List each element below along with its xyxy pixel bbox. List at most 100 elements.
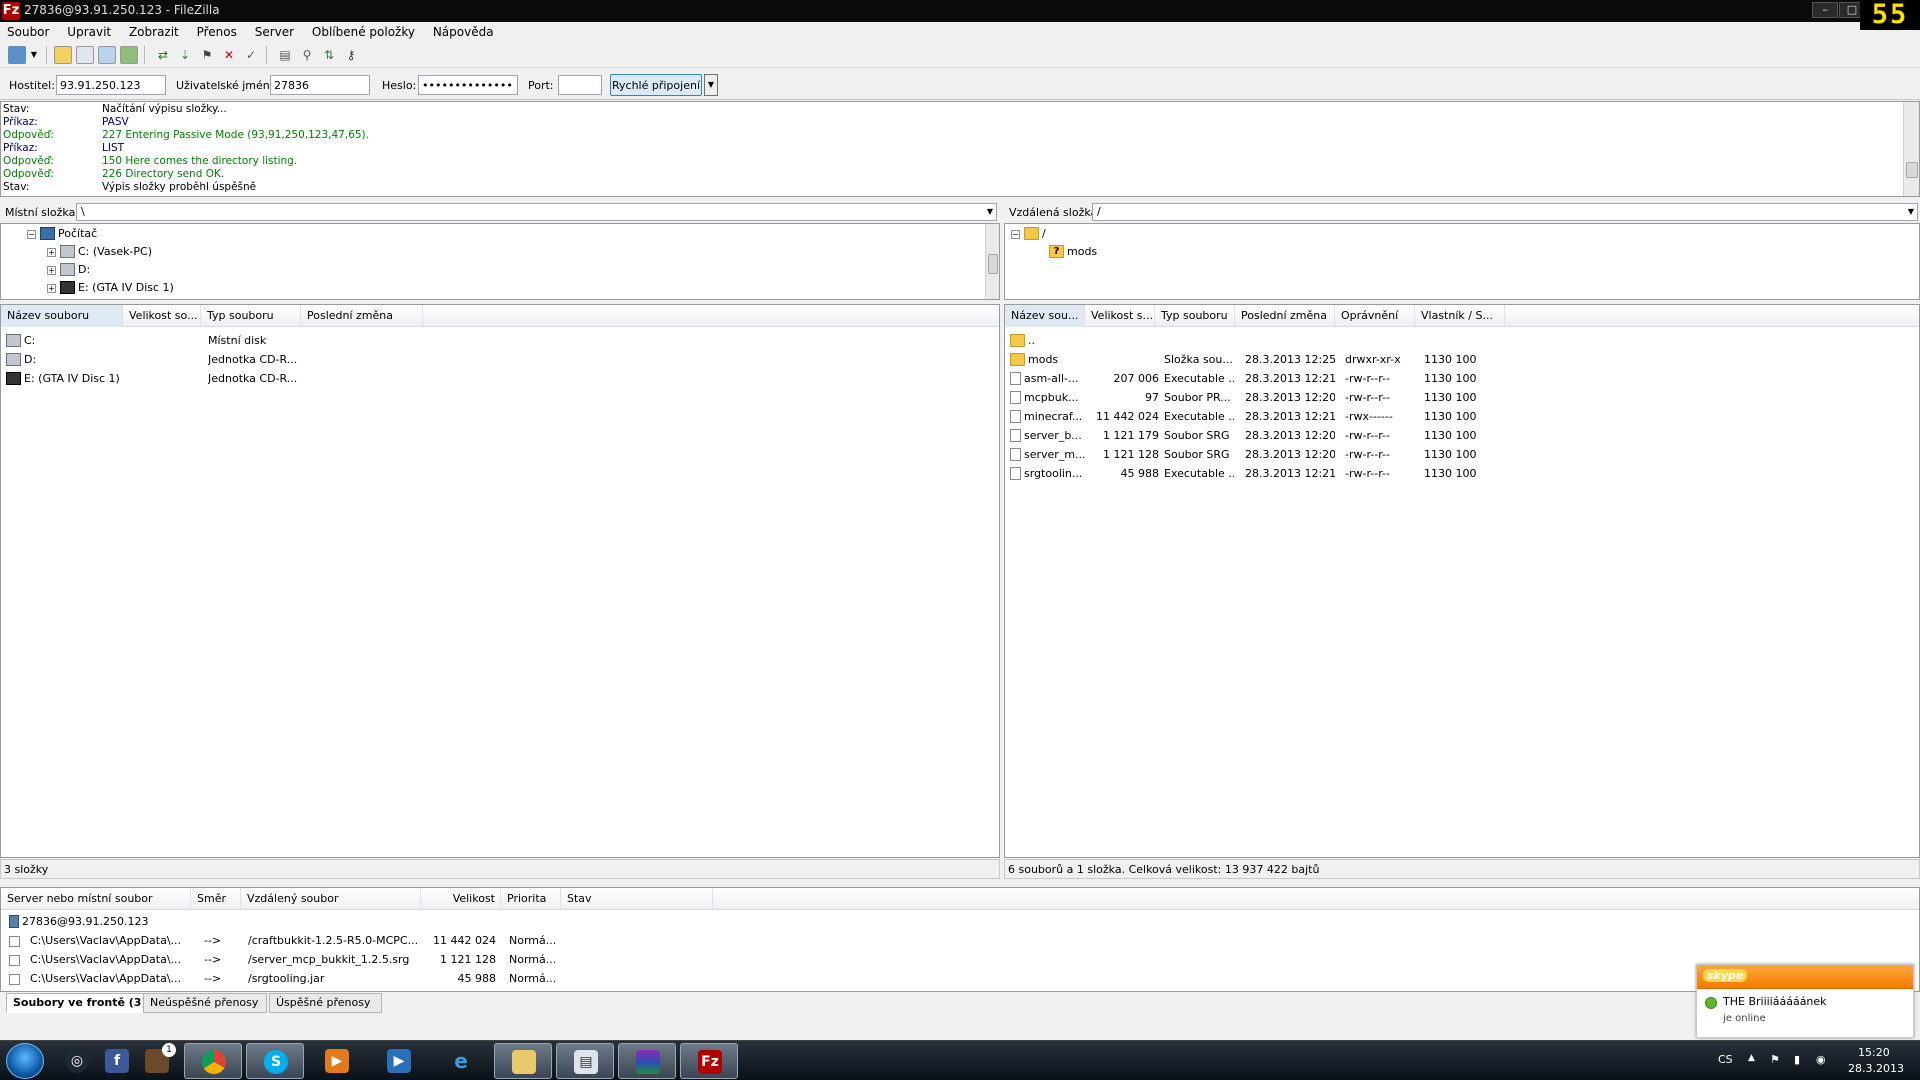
- file-row[interactable]: server_m... 1 121 128 Soubor SRG 28.3.20…: [1005, 445, 1919, 464]
- remote-path-input[interactable]: / ▼: [1092, 203, 1918, 221]
- process-queue-icon[interactable]: ⇣: [176, 46, 194, 64]
- menu-view[interactable]: Zobrazit: [122, 22, 186, 42]
- menu-bookmarks[interactable]: Oblíbené položky: [305, 22, 422, 42]
- cancel-icon[interactable]: ⚑: [198, 46, 216, 64]
- tree-item-drive-e[interactable]: + E: (GTA IV Disc 1): [47, 280, 174, 296]
- column-status[interactable]: Stav: [561, 888, 713, 910]
- site-manager-icon[interactable]: [8, 46, 26, 64]
- taskbar-file-explorer[interactable]: [494, 1043, 552, 1079]
- column-type[interactable]: Typ souboru: [1155, 305, 1235, 327]
- taskbar-media-player[interactable]: ▶: [308, 1043, 366, 1079]
- queue-item-checkbox[interactable]: [9, 935, 20, 947]
- file-row[interactable]: mods Složka sou... 28.3.2013 12:25... dr…: [1005, 350, 1919, 369]
- column-direction[interactable]: Směr: [191, 888, 241, 910]
- menu-transfer[interactable]: Přenos: [190, 22, 244, 42]
- file-row[interactable]: mcpbuk... 97 Soubor PR... 28.3.2013 12:2…: [1005, 388, 1919, 407]
- filezilla-app-icon[interactable]: Fz: [2, 2, 20, 20]
- menu-server[interactable]: Server: [248, 22, 301, 42]
- taskbar-task-manager[interactable]: ▤: [556, 1043, 614, 1079]
- host-input[interactable]: [56, 75, 166, 95]
- column-name[interactable]: Název souboru: [1, 305, 123, 327]
- queue-server-row[interactable]: 27836@93.91.250.123: [1, 912, 1919, 931]
- taskbar-skype[interactable]: S: [246, 1043, 304, 1079]
- chevron-down-icon[interactable]: ▼: [987, 204, 993, 220]
- filter-icon[interactable]: ⚲: [298, 46, 316, 64]
- taskbar-video-player[interactable]: ▶: [370, 1043, 428, 1079]
- column-name[interactable]: Název sou...: [1005, 305, 1085, 327]
- compare-icon[interactable]: ▤: [276, 46, 294, 64]
- taskbar-winrar[interactable]: [618, 1043, 676, 1079]
- column-owner[interactable]: Vlastník / S...: [1415, 305, 1505, 327]
- minimize-button[interactable]: –: [1812, 2, 1838, 18]
- reconnect-icon[interactable]: ✓: [242, 46, 260, 64]
- column-size[interactable]: Velikost s...: [1085, 305, 1155, 327]
- tab-successful-transfers[interactable]: Úspěšné přenosy: [269, 993, 382, 1013]
- remote-file-list: Název sou... Velikost s... Typ souboru P…: [1004, 304, 1920, 858]
- toggle-queue-icon[interactable]: [120, 46, 138, 64]
- port-input[interactable]: [558, 75, 602, 95]
- file-row[interactable]: srgtoolin... 45 988 Executable ... 28.3.…: [1005, 464, 1919, 483]
- tree-item-mods[interactable]: ? mods: [1049, 244, 1097, 260]
- language-indicator[interactable]: CS: [1718, 1053, 1733, 1066]
- tree-item-computer[interactable]: − Počítač: [27, 226, 97, 242]
- menu-file[interactable]: Soubor: [0, 22, 56, 42]
- column-modified[interactable]: Poslední změna: [301, 305, 423, 327]
- local-tree-scrollbar[interactable]: [985, 224, 999, 299]
- chevron-down-icon[interactable]: ▼: [28, 46, 40, 64]
- file-row[interactable]: E: (GTA IV Disc 1) Jednotka CD-R...: [1, 369, 999, 388]
- menu-help[interactable]: Nápověda: [426, 22, 501, 42]
- show-hidden-icons[interactable]: ▲: [1748, 1053, 1755, 1063]
- column-size[interactable]: Velikost so...: [123, 305, 201, 327]
- username-input[interactable]: [270, 75, 370, 95]
- toggle-local-tree-icon[interactable]: [76, 46, 94, 64]
- drive-icon: [6, 333, 21, 347]
- column-size[interactable]: Velikost: [421, 888, 501, 910]
- column-priority[interactable]: Priorita: [501, 888, 561, 910]
- column-modified[interactable]: Poslední změna: [1235, 305, 1335, 327]
- quickconnect-history-dropdown[interactable]: ▼: [704, 74, 718, 96]
- queue-item[interactable]: C:\Users\Vaclav\AppData\... --> /craftbu…: [1, 931, 1919, 950]
- column-remote-file[interactable]: Vzdálený soubor: [241, 888, 421, 910]
- file-row[interactable]: ..: [1005, 331, 1919, 350]
- file-row[interactable]: asm-all-... 207 006 Executable ... 28.3.…: [1005, 369, 1919, 388]
- toggle-log-icon[interactable]: [54, 46, 72, 64]
- clock-date[interactable]: 28.3.2013: [1848, 1062, 1904, 1075]
- tab-failed-transfers[interactable]: Neúspěšné přenosy: [143, 993, 267, 1013]
- sync-browse-icon[interactable]: ⇅: [320, 46, 338, 64]
- queue-item[interactable]: C:\Users\Vaclav\AppData\... --> /srgtool…: [1, 969, 1919, 988]
- skype-notification[interactable]: skype THE Briiiiááááánek je online: [1696, 964, 1914, 1038]
- network-icon[interactable]: ▮: [1794, 1053, 1800, 1066]
- disconnect-icon[interactable]: ✕: [220, 46, 238, 64]
- search-icon[interactable]: ⚷: [342, 46, 360, 64]
- toggle-remote-tree-icon[interactable]: [98, 46, 116, 64]
- column-permissions[interactable]: Oprávnění: [1335, 305, 1415, 327]
- clock-time[interactable]: 15:20: [1858, 1046, 1890, 1059]
- start-button[interactable]: [6, 1043, 44, 1079]
- menu-edit[interactable]: Upravit: [60, 22, 118, 42]
- queue-item-checkbox[interactable]: [9, 973, 20, 985]
- queue-item[interactable]: C:\Users\Vaclav\AppData\... --> /server_…: [1, 950, 1919, 969]
- log-scrollbar[interactable]: [1903, 102, 1919, 196]
- password-input[interactable]: [418, 75, 518, 95]
- taskbar-chrome[interactable]: [184, 1043, 242, 1079]
- taskbar-internet-explorer[interactable]: e: [432, 1043, 490, 1079]
- local-path-input[interactable]: \ ▼: [76, 203, 997, 221]
- tab-queued-files[interactable]: Soubory ve frontě (3): [6, 993, 154, 1013]
- column-type[interactable]: Typ souboru: [201, 305, 301, 327]
- file-row[interactable]: C: Místní disk: [1, 331, 999, 350]
- file-row[interactable]: minecraf... 11 442 024 Executable ... 28…: [1005, 407, 1919, 426]
- chevron-down-icon[interactable]: ▼: [1908, 204, 1914, 220]
- refresh-icon[interactable]: ⇄: [154, 46, 172, 64]
- volume-icon[interactable]: ◉: [1816, 1053, 1826, 1066]
- column-local-file[interactable]: Server nebo místní soubor: [1, 888, 191, 910]
- file-row[interactable]: D: Jednotka CD-R...: [1, 350, 999, 369]
- taskbar-filezilla[interactable]: Fz: [680, 1043, 738, 1079]
- file-row[interactable]: server_b... 1 121 179 Soubor SRG 28.3.20…: [1005, 426, 1919, 445]
- queue-item-checkbox[interactable]: [9, 954, 20, 966]
- tree-item-root[interactable]: − /: [1011, 226, 1046, 242]
- taskbar-game[interactable]: 1: [128, 1043, 186, 1079]
- action-center-icon[interactable]: ⚑: [1770, 1053, 1780, 1066]
- tree-item-drive-c[interactable]: + C: (Vasek-PC): [47, 244, 152, 260]
- quickconnect-button[interactable]: Rychlé připojení: [610, 74, 702, 96]
- tree-item-drive-d[interactable]: + D:: [47, 262, 90, 278]
